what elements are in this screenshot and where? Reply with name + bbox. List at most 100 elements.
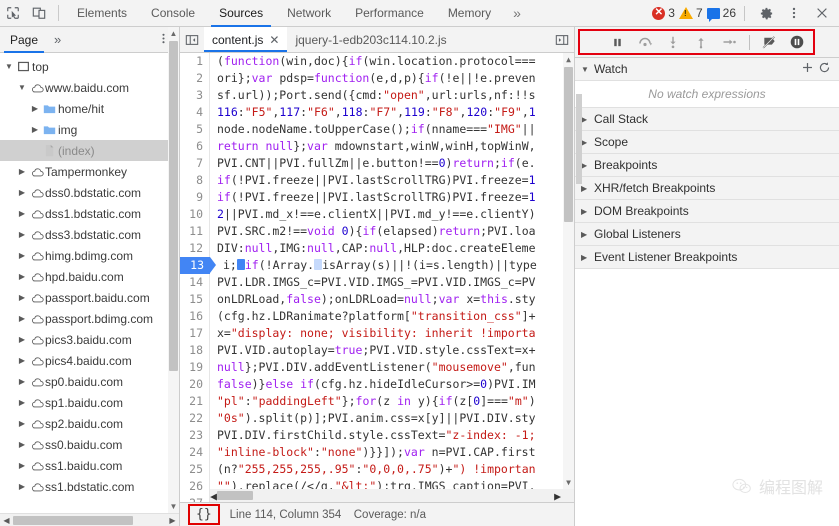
debugger-section-watch[interactable]: ▼ Watch	[575, 58, 839, 81]
tree-item[interactable]: ▶ dss1.bdstatic.com	[0, 203, 179, 224]
scroll-down-arrow[interactable]: ▼	[169, 502, 178, 511]
tree-item[interactable]: ▶ ss0.baidu.com	[0, 434, 179, 455]
chevron-down-icon[interactable]: ▼	[3, 62, 15, 71]
line-number[interactable]: 3	[180, 87, 210, 104]
line-number[interactable]: 8	[180, 172, 210, 189]
tree-item[interactable]: ▶ dss0.bdstatic.com	[0, 182, 179, 203]
tree-item[interactable]: ▶ ss1.baidu.com	[0, 455, 179, 476]
close-tab-icon[interactable]: ✕	[269, 33, 279, 47]
code-line[interactable]: 18 PVI.VID.autoplay=true;PVI.VID.style.cs…	[180, 342, 574, 359]
chevron-right-icon[interactable]: ▶	[16, 377, 28, 386]
chevron-right-icon[interactable]: ▶	[16, 461, 28, 470]
editor-tab-jquery[interactable]: jquery-1-edb203c114.10.2.js	[287, 27, 454, 52]
debugger-scrollbar[interactable]	[575, 58, 583, 184]
refresh-icon[interactable]	[818, 61, 831, 77]
code-line[interactable]: 2 ori};var pdsp=function(e,d,p){if(!e||!e…	[180, 70, 574, 87]
line-number[interactable]: 5	[180, 121, 210, 138]
error-counter[interactable]: ✕ 3	[652, 6, 675, 20]
tree-item[interactable]: ▶ passport.baidu.com	[0, 287, 179, 308]
debugger-section-global-listeners[interactable]: ▶ Global Listeners	[575, 223, 839, 246]
code-line[interactable]: 21 "pl":"paddingLeft"};for(z in y){if(z[0…	[180, 393, 574, 410]
step-out-icon[interactable]	[688, 30, 715, 54]
editor-scroll-thumb[interactable]	[564, 67, 573, 222]
tree-item[interactable]: ▼ www.baidu.com	[0, 77, 179, 98]
line-number[interactable]: 25	[180, 461, 210, 478]
chevron-down-icon[interactable]: ▼	[16, 83, 28, 92]
code-line[interactable]: 7 PVI.CNT||PVI.fullZm||e.button!==0)retur…	[180, 155, 574, 172]
deactivate-breakpoints-icon[interactable]	[756, 30, 783, 54]
warning-counter[interactable]: 7	[678, 6, 703, 20]
line-number[interactable]: 24	[180, 444, 210, 461]
tree-item[interactable]: ▶ hpd.baidu.com	[0, 266, 179, 287]
scroll-left-arrow[interactable]: ◀	[0, 516, 13, 525]
code-line[interactable]: 5 node.nodeName.toUpperCase();if(nname===…	[180, 121, 574, 138]
line-number[interactable]: 4	[180, 104, 210, 121]
debugger-section-scope[interactable]: ▶ Scope	[575, 131, 839, 154]
panel-collapse-icon[interactable]	[180, 27, 204, 52]
line-number[interactable]: 13	[180, 257, 216, 274]
code-line[interactable]: 23 PVI.DIV.firstChild.style.cssText="z-in…	[180, 427, 574, 444]
line-number[interactable]: 21	[180, 393, 210, 410]
tree-item[interactable]: ▶ himg.bdimg.com	[0, 245, 179, 266]
code-line[interactable]: 17 x="display: none; visibility: inherit …	[180, 325, 574, 342]
line-number[interactable]: 1	[180, 53, 210, 70]
chevron-right-icon[interactable]: ▶	[16, 293, 28, 302]
chevron-right-icon[interactable]: ▶	[16, 356, 28, 365]
tree-item[interactable]: ▼ top	[0, 56, 179, 77]
editor-horizontal-scrollbar[interactable]: ◀ ▶	[210, 489, 574, 502]
tree-item[interactable]: ▶ img	[0, 119, 179, 140]
chevron-right-icon[interactable]: ▶	[16, 209, 28, 218]
pause-on-exceptions-icon[interactable]	[784, 30, 811, 54]
tab-memory[interactable]: Memory	[436, 0, 503, 27]
chevron-right-icon[interactable]: ▶	[16, 251, 28, 260]
navigator-more-icon[interactable]: »	[48, 32, 67, 47]
tab-elements[interactable]: Elements	[65, 0, 139, 27]
chevron-right-icon[interactable]: ▶	[581, 207, 594, 216]
chevron-right-icon[interactable]: ▶	[16, 272, 28, 281]
chevron-right-icon[interactable]: ▶	[16, 482, 28, 491]
step-icon[interactable]	[716, 30, 743, 54]
chevron-right-icon[interactable]: ▶	[581, 184, 594, 193]
scroll-up-arrow[interactable]: ▲	[169, 29, 178, 38]
code-line[interactable]: 22 "0s").split(p)];PVI.anim.css=x[y]||PVI…	[180, 410, 574, 427]
inspect-cursor-icon[interactable]	[0, 1, 26, 26]
navigator-vertical-scrollbar[interactable]: ▲ ▼	[168, 27, 179, 513]
line-number[interactable]: 14	[180, 274, 210, 291]
tree-item[interactable]: ▶ sp1.baidu.com	[0, 392, 179, 413]
debugger-section-xhr-fetch-breakpoints[interactable]: ▶ XHR/fetch Breakpoints	[575, 177, 839, 200]
navigator-tab-page[interactable]: Page	[0, 27, 48, 53]
debugger-section-breakpoints[interactable]: ▶ Breakpoints	[575, 154, 839, 177]
line-number[interactable]: 27	[180, 495, 210, 502]
code-line[interactable]: 13 i; if(!Array. isArray(s)||!(i=s.length)|…	[180, 257, 574, 274]
debugger-section-event-listener-breakpoints[interactable]: ▶ Event Listener Breakpoints	[575, 246, 839, 269]
step-into-icon[interactable]	[660, 30, 687, 54]
code-line[interactable]: 12 DIV:null,IMG:null,CAP:null,HLP:doc.cre…	[180, 240, 574, 257]
tab-sources[interactable]: Sources	[207, 0, 275, 27]
code-line[interactable]: 1 (function(win,doc){if(win.location.prot…	[180, 53, 574, 70]
debugger-scroll-thumb[interactable]	[576, 94, 582, 184]
tree-item[interactable]: ▶ sp0.baidu.com	[0, 371, 179, 392]
tree-item[interactable]: ▶ ss1.bdstatic.com	[0, 476, 179, 497]
tree-item[interactable]: ▶ pics4.baidu.com	[0, 350, 179, 371]
code-line[interactable]: 9 if(!PVI.freeze||PVI.lastScrollTRG)PVI.f…	[180, 189, 574, 206]
device-toolbar-icon[interactable]	[26, 1, 52, 26]
chevron-right-icon[interactable]: ▶	[16, 230, 28, 239]
code-line[interactable]: 4 116:"F5",117:"F6",118:"F7",119:"F8",120…	[180, 104, 574, 121]
code-line[interactable]: 14 PVI.LDR.IMGS_c=PVI.VID.IMGS_=PVI.VID.I…	[180, 274, 574, 291]
message-counter[interactable]: 26	[706, 6, 736, 22]
line-number[interactable]: 17	[180, 325, 210, 342]
code-line[interactable]: 20 false)}else if(cfg.hz.hideIdleCursor>=…	[180, 376, 574, 393]
chevron-right-icon[interactable]: ▶	[29, 104, 41, 113]
line-number[interactable]: 2	[180, 70, 210, 87]
pause-icon[interactable]	[604, 30, 631, 54]
debugger-section-dom-breakpoints[interactable]: ▶ DOM Breakpoints	[575, 200, 839, 223]
code-line[interactable]: 25 (n?"255,255,255,.95":"0,0,0,.75")+") !…	[180, 461, 574, 478]
code-line[interactable]: 16 (cfg.hz.LDRanimate?platform["transitio…	[180, 308, 574, 325]
editor-hscroll-thumb[interactable]	[216, 491, 253, 500]
chevron-right-icon[interactable]: ▶	[16, 167, 28, 176]
navigator-hscroll-thumb[interactable]	[13, 515, 133, 525]
tab-network[interactable]: Network	[275, 0, 343, 27]
chevron-right-icon[interactable]: ▶	[29, 125, 41, 134]
line-number[interactable]: 18	[180, 342, 210, 359]
gear-icon[interactable]	[753, 1, 779, 26]
